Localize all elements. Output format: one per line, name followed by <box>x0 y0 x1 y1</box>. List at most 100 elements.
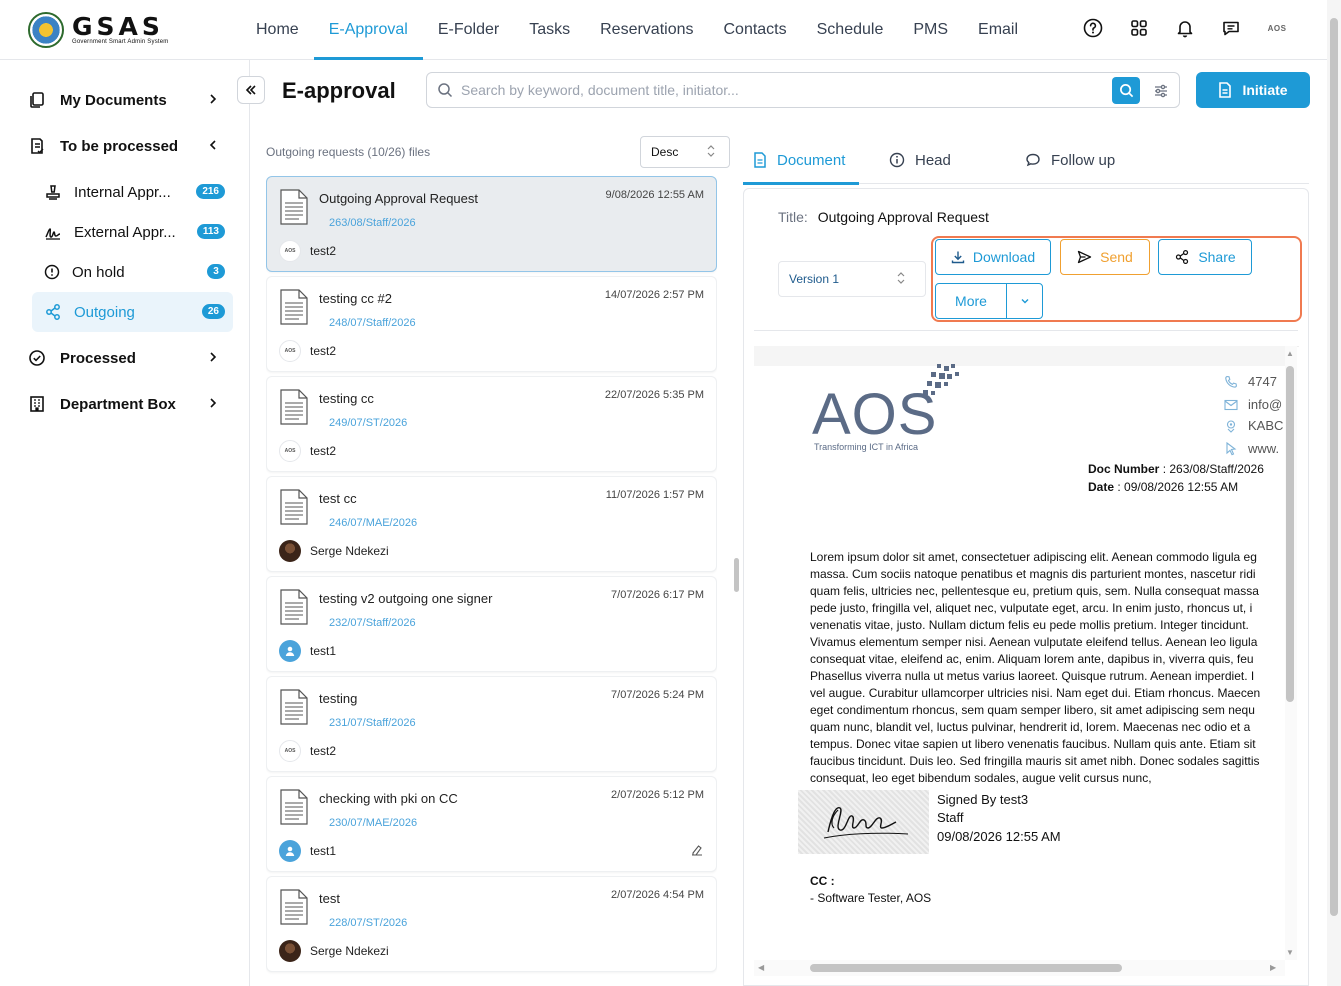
share-button[interactable]: Share <box>1158 239 1252 275</box>
mail-icon <box>1224 399 1238 410</box>
scroll-up-arrow-icon[interactable]: ▲ <box>1286 349 1294 358</box>
tab-head[interactable]: Head <box>879 136 961 184</box>
nav-e-folder[interactable]: E-Folder <box>423 0 514 60</box>
body-text-line: Vivamus elementum semper nisi. Aenean vu… <box>810 635 1258 649</box>
document-icon <box>279 789 309 825</box>
share-icon <box>1176 249 1189 265</box>
body-text-line: eget condimentum rhoncus, sem quam sempe… <box>810 703 1255 717</box>
doc-number-value: : 263/08/Staff/2026 <box>1162 462 1264 476</box>
more-label: More <box>955 293 987 309</box>
avatar <box>279 640 301 662</box>
nav-schedule[interactable]: Schedule <box>802 0 899 60</box>
contact-text: info@ <box>1248 397 1283 412</box>
sort-order-select[interactable]: Desc <box>640 136 730 168</box>
count-badge: 216 <box>196 184 225 199</box>
body-text-line: Lorem ipsum dolor sit amet, consectetuer… <box>810 550 1257 564</box>
nav-home[interactable]: Home <box>241 0 314 60</box>
sidebar-item-my-documents[interactable]: My Documents <box>28 80 220 120</box>
request-card[interactable]: testing v2 outgoing one signer 7/07/2026 … <box>266 576 717 672</box>
request-card[interactable]: Outgoing Approval Request 9/08/2026 12:55… <box>266 176 717 272</box>
tab-follow-up[interactable]: Follow up <box>1015 136 1125 184</box>
request-date: 11/07/2026 1:57 PM <box>605 489 704 501</box>
scroll-right-arrow-icon[interactable]: ▶ <box>1270 963 1276 972</box>
contact-text: www. <box>1248 441 1280 456</box>
sidebar-item-external-approval[interactable]: External Appr... 113 <box>32 212 233 252</box>
request-card[interactable]: test cc 11/07/2026 1:57 PM 246/07/MAE/2026… <box>266 476 717 572</box>
search-button[interactable] <box>1112 77 1140 104</box>
filter-settings-button[interactable] <box>1149 79 1173 103</box>
nav-contacts[interactable]: Contacts <box>708 0 801 60</box>
chevron-right-icon <box>210 398 217 408</box>
nav-reservations[interactable]: Reservations <box>585 0 708 60</box>
initiator-name: Serge Ndekezi <box>310 544 389 558</box>
nav-pms[interactable]: PMS <box>898 0 963 60</box>
more-button[interactable]: More <box>935 283 1007 319</box>
sidebar-item-processed[interactable]: Processed <box>28 338 220 378</box>
request-card[interactable]: checking with pki on CC 2/07/2026 5:12 PM… <box>266 776 717 872</box>
document-icon <box>279 389 309 425</box>
company-logo: AOS Transforming ICT in Africa <box>812 364 959 452</box>
request-date: 22/07/2026 5:35 PM <box>604 389 704 401</box>
page-scroll-thumb[interactable] <box>1330 18 1338 916</box>
version-select[interactable]: Version 1 <box>778 261 926 297</box>
pki-sign-icon[interactable] <box>690 843 704 857</box>
document-icon <box>279 689 309 725</box>
sidebar-item-label: External Appr... <box>74 223 176 241</box>
avatar: AOS <box>279 340 301 362</box>
tab-document[interactable]: Document <box>743 136 859 185</box>
sidebar-item-department-box[interactable]: Department Box <box>28 384 220 424</box>
download-button[interactable]: Download <box>935 239 1051 275</box>
sidebar-item-on-hold[interactable]: On hold 3 <box>32 252 233 292</box>
sidebar-item-outgoing[interactable]: Outgoing 26 <box>32 292 233 332</box>
body-text-line: pede justo, fringilla vel, aliquet nec, … <box>810 601 1253 615</box>
share-label: Share <box>1198 249 1236 265</box>
list-scrollbar[interactable] <box>734 558 739 592</box>
sort-order-value: Desc <box>651 145 679 159</box>
body-text-line: consequat, leo eget bibendum sodales, au… <box>810 771 1152 785</box>
more-dropdown-button[interactable] <box>1006 283 1043 319</box>
document-icon <box>754 152 766 168</box>
chat-icon[interactable] <box>1219 16 1243 40</box>
sidebar-item-to-be-processed[interactable]: To be processed <box>28 126 220 166</box>
avatar: AOS <box>279 440 301 462</box>
bell-icon[interactable] <box>1173 16 1197 40</box>
signed-by-text: Signed By test3 <box>937 792 1029 807</box>
nav-tasks[interactable]: Tasks <box>514 0 585 60</box>
tab-label: Follow up <box>1051 151 1116 169</box>
initiate-button[interactable]: Initiate <box>1196 72 1310 108</box>
request-card[interactable]: testing cc #2 14/07/2026 2:57 PM 248/07/St… <box>266 276 717 372</box>
doc-date-label: Date <box>1088 480 1115 494</box>
request-card[interactable]: test 2/07/2026 4:54 PM 228/07/ST/2026 Serge… <box>266 876 717 972</box>
preview-horizontal-scroll-thumb[interactable] <box>810 964 1122 972</box>
send-button[interactable]: Send <box>1060 239 1150 275</box>
nav-email[interactable]: Email <box>963 0 1033 60</box>
app-logo[interactable]: GSAS Government Smart Admin System <box>28 12 169 48</box>
collapse-sidebar-button[interactable] <box>237 76 265 104</box>
request-card[interactable]: testing cc 22/07/2026 5:35 PM 249/07/ST/20… <box>266 376 717 472</box>
scroll-left-arrow-icon[interactable]: ◀ <box>758 963 764 972</box>
initiator-name: test1 <box>310 844 337 858</box>
initiator-name: test2 <box>310 444 337 458</box>
signature-icon <box>45 228 61 240</box>
preview-vertical-scroll-thumb[interactable] <box>1286 366 1294 702</box>
count-badge: 113 <box>196 224 225 239</box>
body-text-line: faucibus tincidunt. Duis leo. Sed fringi… <box>810 754 1260 768</box>
apps-grid-icon[interactable] <box>1127 16 1151 40</box>
task-list-icon <box>31 138 44 154</box>
divider <box>754 330 1298 331</box>
request-reference: 230/07/MAE/2026 <box>329 817 418 829</box>
scroll-down-arrow-icon[interactable]: ▼ <box>1286 948 1294 957</box>
request-reference: 232/07/Staff/2026 <box>329 617 416 629</box>
profile-avatar[interactable]: AOS <box>1265 16 1289 40</box>
phone-icon <box>1225 375 1237 388</box>
help-icon[interactable] <box>1081 16 1105 40</box>
search-input[interactable] <box>461 73 1101 107</box>
search-icon <box>1119 84 1133 98</box>
nav-e-approval[interactable]: E-Approval <box>313 0 423 60</box>
request-card[interactable]: testing 7/07/2026 5:24 PM 231/07/Staff/202… <box>266 676 717 772</box>
sidebar-item-internal-approval[interactable]: Internal Appr... 216 <box>32 172 233 212</box>
comment-icon <box>1026 153 1040 167</box>
contact-text: 4747 <box>1248 374 1277 389</box>
stamp-icon <box>46 185 60 200</box>
document-icon <box>279 289 309 325</box>
